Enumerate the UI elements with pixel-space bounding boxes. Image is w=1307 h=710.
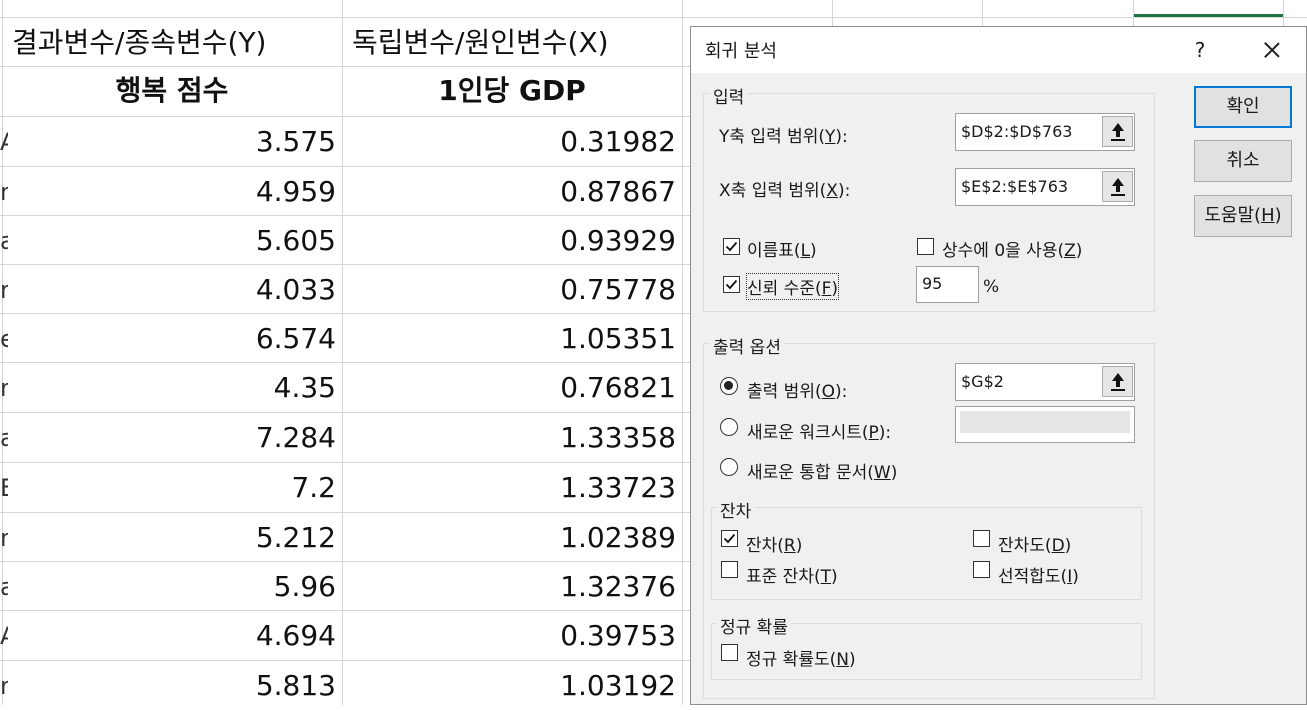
residuals-label[interactable]: 잔차(R) bbox=[746, 531, 802, 556]
happiness-score-cell[interactable]: 5.212 bbox=[2, 513, 342, 562]
happiness-score-cell[interactable]: 4.959 bbox=[2, 167, 342, 216]
new-worksheet-label[interactable]: 새로운 워크시트(P): bbox=[747, 418, 891, 443]
happiness-score-cell[interactable]: 4.694 bbox=[2, 611, 342, 660]
checkmark-icon bbox=[725, 241, 738, 252]
constant-zero-checkbox[interactable] bbox=[917, 238, 934, 255]
header-cell-dependent[interactable]: 결과변수/종속변수(Y) bbox=[2, 17, 342, 66]
percent-sign: % bbox=[983, 277, 1000, 297]
residual-plots-checkbox[interactable] bbox=[973, 530, 990, 547]
collapse-arrow-icon bbox=[1111, 178, 1125, 196]
confidence-checkbox[interactable] bbox=[723, 276, 740, 293]
cancel-button[interactable]: 취소 bbox=[1194, 140, 1292, 182]
gdp-per-capita-cell[interactable]: 1.32376 bbox=[342, 562, 682, 611]
header-cell-gdp[interactable]: 1인당 GDP bbox=[342, 66, 682, 116]
gdp-per-capita-cell[interactable]: 0.39753 bbox=[342, 611, 682, 660]
residual-plots-label[interactable]: 잔차도(D) bbox=[998, 531, 1071, 556]
close-icon[interactable] bbox=[1257, 35, 1287, 65]
gdp-per-capita-cell[interactable]: 0.75778 bbox=[342, 265, 682, 314]
x-range-collapse-button[interactable] bbox=[1102, 171, 1133, 202]
ok-button[interactable]: 확인 bbox=[1194, 86, 1292, 128]
labels-checkbox[interactable] bbox=[723, 238, 740, 255]
gdp-per-capita-cell[interactable]: 0.31982 bbox=[342, 117, 682, 166]
gdp-per-capita-cell[interactable]: 1.02389 bbox=[342, 513, 682, 562]
happiness-score-cell[interactable]: 4.35 bbox=[2, 363, 342, 412]
gdp-per-capita-cell[interactable]: 1.33358 bbox=[342, 413, 682, 462]
input-group-label: 입력 bbox=[710, 83, 748, 108]
header-cell-independent[interactable]: 독립변수/원인변수(X) bbox=[342, 17, 682, 66]
gdp-per-capita-cell[interactable]: 1.33723 bbox=[342, 463, 682, 512]
residuals-group-label: 잔차 bbox=[717, 497, 755, 522]
output-range-label[interactable]: 출력 범위(O): bbox=[747, 377, 847, 402]
line-fit-plots-label[interactable]: 선적합도(I) bbox=[998, 562, 1079, 587]
normal-probability-group-label: 정규 확률 bbox=[717, 613, 791, 638]
normal-plots-checkbox[interactable] bbox=[721, 644, 738, 661]
happiness-score-cell[interactable]: 3.575 bbox=[2, 117, 342, 166]
help-icon[interactable]: ? bbox=[1185, 35, 1215, 65]
new-workbook-label[interactable]: 새로운 통합 문서(W) bbox=[747, 458, 897, 483]
standardized-residuals-label[interactable]: 표준 잔차(T) bbox=[746, 562, 838, 587]
checkmark-icon bbox=[723, 533, 736, 544]
residuals-checkbox[interactable] bbox=[721, 530, 738, 547]
header-cell-happiness[interactable]: 행복 점수 bbox=[2, 66, 342, 116]
gdp-per-capita-cell[interactable]: 0.87867 bbox=[342, 167, 682, 216]
gdp-per-capita-cell[interactable]: 1.03192 bbox=[342, 661, 682, 710]
happiness-score-cell[interactable]: 5.813 bbox=[2, 661, 342, 710]
new-worksheet-radio[interactable] bbox=[720, 418, 738, 436]
dialog-title: 회귀 분석 bbox=[705, 41, 777, 62]
dialog-titlebar[interactable]: 회귀 분석 ? bbox=[691, 27, 1306, 73]
constant-zero-label[interactable]: 상수에 0을 사용(Z) bbox=[942, 236, 1082, 261]
checkmark-icon bbox=[725, 279, 738, 290]
normal-plots-label[interactable]: 정규 확률도(N) bbox=[746, 645, 856, 670]
y-range-label: Y축 입력 범위(Y): bbox=[719, 127, 848, 147]
happiness-score-cell[interactable]: 7.2 bbox=[2, 463, 342, 512]
collapse-arrow-icon bbox=[1111, 123, 1125, 141]
y-range-collapse-button[interactable] bbox=[1102, 116, 1133, 147]
happiness-score-cell[interactable]: 6.574 bbox=[2, 314, 342, 363]
line-fit-plots-checkbox[interactable] bbox=[973, 561, 990, 578]
labels-label[interactable]: 이름표(L) bbox=[747, 236, 817, 261]
x-range-label: X축 입력 범위(X): bbox=[719, 181, 851, 201]
grid-column-line bbox=[682, 0, 683, 705]
confidence-label[interactable]: 신뢰 수준(F) bbox=[745, 273, 840, 300]
happiness-score-cell[interactable]: 5.605 bbox=[2, 216, 342, 265]
new-worksheet-name-input[interactable] bbox=[955, 406, 1135, 443]
happiness-score-cell[interactable]: 4.033 bbox=[2, 265, 342, 314]
new-workbook-radio[interactable] bbox=[720, 458, 738, 476]
happiness-score-cell[interactable]: 7.284 bbox=[2, 413, 342, 462]
happiness-score-cell[interactable]: 5.96 bbox=[2, 562, 342, 611]
output-range-collapse-button[interactable] bbox=[1102, 366, 1133, 397]
gdp-per-capita-cell[interactable]: 0.93929 bbox=[342, 216, 682, 265]
gdp-per-capita-cell[interactable]: 1.05351 bbox=[342, 314, 682, 363]
standardized-residuals-checkbox[interactable] bbox=[721, 561, 738, 578]
collapse-arrow-icon bbox=[1111, 373, 1125, 391]
help-button[interactable]: 도움말(H) bbox=[1194, 195, 1292, 237]
output-group-label: 출력 옵션 bbox=[710, 333, 784, 358]
output-range-radio[interactable] bbox=[720, 377, 738, 395]
confidence-level-input[interactable]: 95 bbox=[916, 266, 979, 303]
gdp-per-capita-cell[interactable]: 0.76821 bbox=[342, 363, 682, 412]
regression-dialog: 회귀 분석 ? 입력 Y축 입력 범위(Y): $D$2:$D$763 X축 입… bbox=[690, 26, 1307, 705]
